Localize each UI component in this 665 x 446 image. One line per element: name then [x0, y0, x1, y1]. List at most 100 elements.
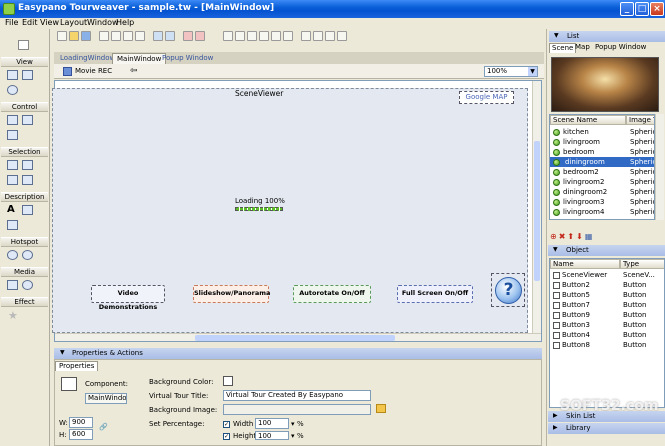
same-width-icon[interactable]: [301, 31, 311, 41]
maximize-button[interactable]: □: [635, 2, 649, 16]
scene-name-column[interactable]: Scene Name: [550, 115, 626, 125]
map-viewer-icon[interactable]: [22, 70, 33, 80]
palette-section-media[interactable]: Media: [1, 267, 48, 277]
scene-viewer[interactable]: SceneViewer Google MAP Loading 100% Vide…: [52, 88, 528, 333]
thumbnail-icon[interactable]: [7, 160, 18, 170]
combobox-icon[interactable]: [22, 160, 33, 170]
object-list[interactable]: Name Type SceneViewer SceneV... Button2 Bu…: [549, 258, 665, 408]
cut-icon[interactable]: [99, 31, 109, 41]
collapse-chevron-icon[interactable]: ▼: [553, 245, 558, 255]
open-icon[interactable]: [69, 31, 79, 41]
list-item[interactable]: livingroom3 Spheric: [550, 197, 654, 207]
fullscreen-button[interactable]: Full Screen On/Off: [397, 285, 473, 303]
canvas-scroll-thumb[interactable]: [195, 335, 395, 341]
align-middle-icon[interactable]: [271, 31, 281, 41]
tab-popup-window[interactable]: Popup Window: [593, 43, 648, 53]
align-top-icon[interactable]: [259, 31, 269, 41]
google-map-component[interactable]: Google MAP: [459, 91, 514, 104]
properties-header[interactable]: ▼ Properties & Actions: [54, 348, 542, 359]
canvas-vscroll-thumb[interactable]: [534, 141, 540, 281]
list-item[interactable]: Button5 Button: [550, 290, 662, 300]
align-center-icon[interactable]: [235, 31, 245, 41]
list-item[interactable]: SceneViewer SceneV...: [550, 270, 662, 280]
scene-list[interactable]: Scene Name Image T kitchen Spheric living…: [549, 114, 655, 220]
undo-icon[interactable]: [153, 31, 163, 41]
palette-section-view[interactable]: View: [1, 57, 48, 67]
help-button-frame[interactable]: ?: [491, 273, 525, 307]
close-button[interactable]: ×: [650, 2, 664, 16]
tab-popupwindow[interactable]: Popup Window: [158, 53, 217, 64]
palette-section-description[interactable]: Description: [1, 192, 48, 202]
palette-section-effect[interactable]: Effect: [1, 297, 48, 307]
list-item[interactable]: Button2 Button: [550, 280, 662, 290]
bg-image-input[interactable]: [223, 404, 371, 415]
move-up-icon[interactable]: ⬆: [567, 232, 576, 241]
object-panel-header[interactable]: ▼ Object: [548, 245, 665, 256]
menu-help[interactable]: Help: [116, 18, 134, 27]
distribute-icon[interactable]: [337, 31, 347, 41]
button-icon[interactable]: [7, 115, 18, 125]
same-height-icon[interactable]: [313, 31, 323, 41]
save-icon[interactable]: [81, 31, 91, 41]
redo-icon[interactable]: [165, 31, 175, 41]
video-icon[interactable]: [7, 280, 18, 290]
chevron-down-icon[interactable]: ▼: [528, 67, 537, 76]
scene-viewer-icon[interactable]: [7, 70, 18, 80]
help-icon[interactable]: ?: [495, 277, 522, 304]
list-item-selected[interactable]: diningroom Spheric: [550, 157, 654, 167]
music-icon[interactable]: [22, 280, 33, 290]
align-left-icon[interactable]: [223, 31, 233, 41]
list-item[interactable]: Button4 Button: [550, 330, 662, 340]
list-icon[interactable]: [7, 175, 18, 185]
list-item[interactable]: livingroom4 Spheric: [550, 207, 654, 217]
height-px-input[interactable]: 600: [69, 429, 93, 440]
expand-chevron-icon[interactable]: ▶: [553, 411, 558, 421]
compass-icon[interactable]: [7, 130, 18, 140]
zoom-select[interactable]: 100% ▼: [484, 66, 538, 77]
expand-chevron-icon[interactable]: ▶: [553, 423, 558, 433]
polygon-hotspot-icon[interactable]: [22, 250, 33, 260]
lock-aspect-icon[interactable]: 🔗: [99, 423, 108, 431]
paste-icon[interactable]: [123, 31, 133, 41]
palette-section-hotspot[interactable]: Hotspot: [1, 237, 48, 247]
menu-layout[interactable]: Layout: [60, 18, 87, 27]
movie-rec-button[interactable]: Movie REC: [75, 67, 112, 75]
slideshow-panorama-button[interactable]: Slideshow/Panorama: [193, 285, 270, 303]
skin-list-header[interactable]: ▶ Skin List: [548, 411, 665, 422]
hotspot-icon[interactable]: [7, 250, 18, 260]
move-down-icon[interactable]: ⬇: [576, 232, 585, 241]
list-item[interactable]: Button8 Button: [550, 340, 662, 350]
width-pct-input[interactable]: 100: [255, 418, 289, 429]
minimize-button[interactable]: _: [620, 2, 634, 16]
palette-section-selection[interactable]: Selection: [1, 147, 48, 157]
effect-star-icon[interactable]: ★: [8, 309, 18, 322]
add-scene-icon[interactable]: ⊕: [550, 232, 559, 241]
list-item[interactable]: diningroom2 Spheric: [550, 187, 654, 197]
list-item[interactable]: livingroom2 Spheric: [550, 177, 654, 187]
copy-icon[interactable]: [111, 31, 121, 41]
height-percentage-checkbox[interactable]: ✓: [223, 433, 230, 440]
list-item[interactable]: livingroom Spheric: [550, 137, 654, 147]
height-spin-icon[interactable]: ▾: [291, 432, 295, 440]
publish-icon[interactable]: [195, 31, 205, 41]
new-icon[interactable]: [57, 31, 67, 41]
list-item[interactable]: Button7 Button: [550, 300, 662, 310]
align-right-icon[interactable]: [247, 31, 257, 41]
delete-icon[interactable]: [135, 31, 145, 41]
collapse-chevron-icon[interactable]: ▼: [60, 348, 65, 358]
list-item[interactable]: Button9 Button: [550, 310, 662, 320]
tour-title-input[interactable]: Virtual Tour Created By Easypano: [223, 390, 371, 401]
tree-icon[interactable]: [22, 175, 33, 185]
image-type-column[interactable]: Image T: [626, 115, 654, 125]
tab-map[interactable]: Map: [573, 43, 592, 53]
preview-icon[interactable]: [183, 31, 193, 41]
scene-properties-icon[interactable]: ▦: [585, 232, 595, 241]
list-item[interactable]: kitchen Spheric: [550, 127, 654, 137]
width-percentage-checkbox[interactable]: ✓: [223, 421, 230, 428]
align-bottom-icon[interactable]: [283, 31, 293, 41]
height-pct-input[interactable]: 100: [255, 431, 289, 440]
canvas-horizontal-scrollbar[interactable]: [55, 333, 541, 341]
menu-file[interactable]: File: [5, 18, 18, 27]
text-icon[interactable]: A: [7, 205, 18, 215]
library-header[interactable]: ▶ Library: [548, 423, 665, 434]
